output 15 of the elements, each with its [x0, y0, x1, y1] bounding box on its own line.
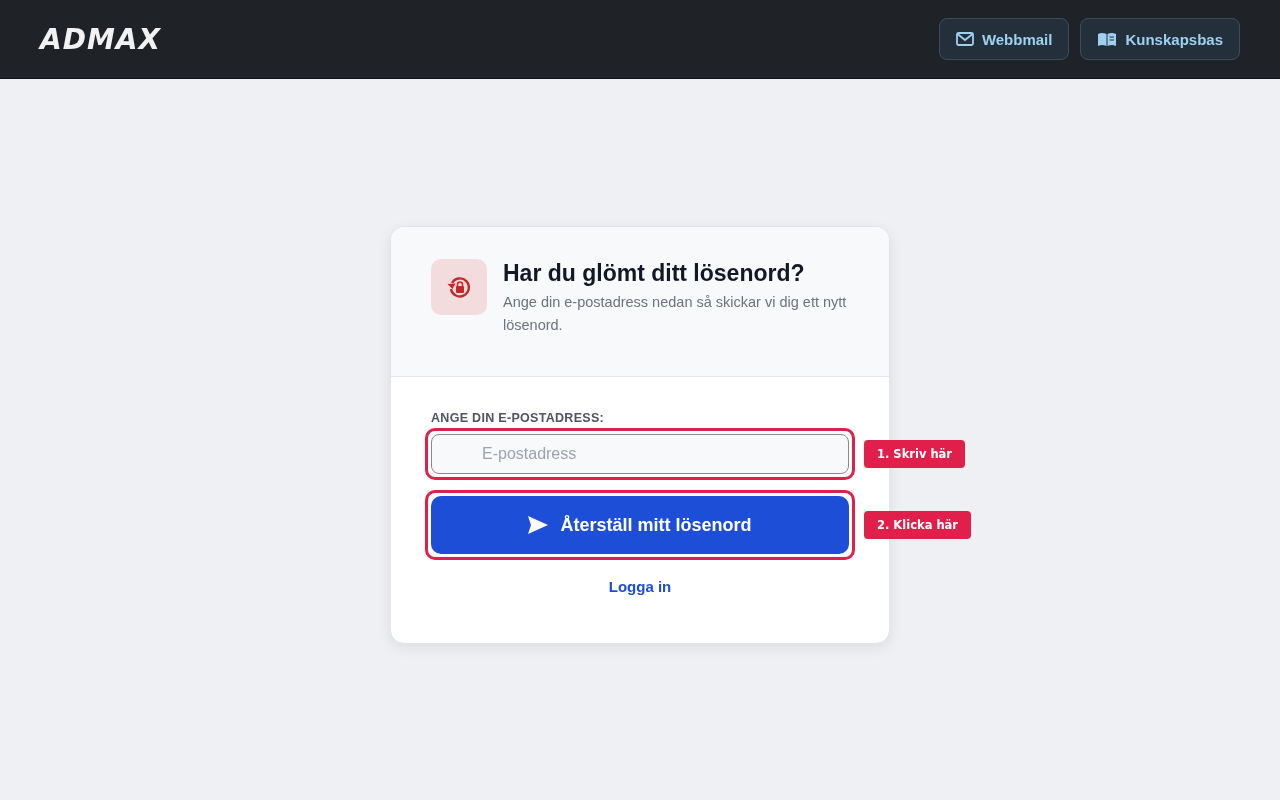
nav-button[interactable]: Kunskapsbas [1080, 18, 1240, 60]
annotation-label: 1. Skriv här [864, 440, 966, 468]
email-field[interactable]: E-postadress [431, 434, 849, 474]
book-icon [1097, 32, 1118, 46]
field-label: ANGE DIN E-POSTADRESS: [431, 411, 606, 425]
card-title: Har du glömt ditt lösenord? [503, 259, 806, 287]
reset-lock-icon [431, 259, 487, 315]
send-icon [528, 516, 549, 534]
card-subtitle: Ange din e-postadress nedan så skickar vi dig ett nytt lösenord. [503, 293, 848, 335]
annotation-label: 2. Klicka här [864, 511, 972, 539]
logo: ADMAX [40, 22, 162, 56]
nav-button[interactable]: Webbmail [938, 18, 1070, 60]
reset-button[interactable]: Återställ mitt lösenord [431, 496, 849, 554]
mail-icon [955, 32, 974, 46]
login-link[interactable]: Logga in [608, 578, 672, 595]
